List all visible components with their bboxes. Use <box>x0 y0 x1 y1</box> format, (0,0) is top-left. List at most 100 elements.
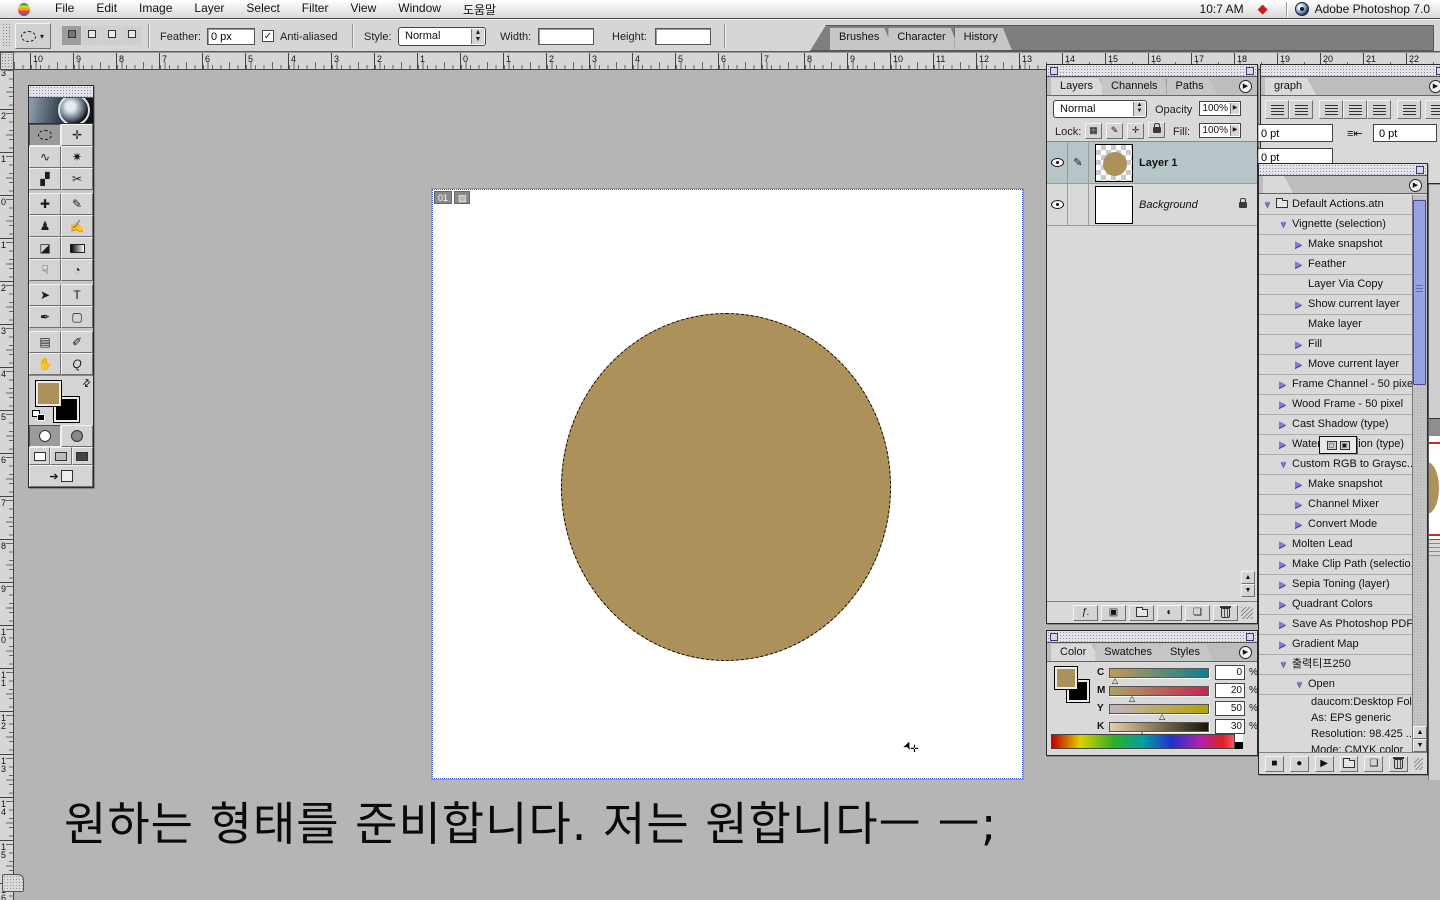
opacity-value-box[interactable]: 100%▶ <box>1199 101 1241 116</box>
slider-value-y[interactable]: 50 <box>1215 701 1245 716</box>
scroll-down-icon[interactable]: ▼ <box>1413 739 1427 752</box>
collapse-box-icon[interactable] <box>1416 166 1424 174</box>
eyedropper-tool[interactable]: ✐ <box>61 331 93 353</box>
tool-preset-picker[interactable]: ▾ <box>15 23 51 49</box>
action-item-move-current-layer[interactable]: ▶Move current layer <box>1259 355 1412 375</box>
photoshop-app-icon[interactable] <box>1295 2 1309 16</box>
action-item-gradient-map[interactable]: ▶Gradient Map <box>1259 635 1412 655</box>
action-item-channel-mixer[interactable]: ▶Channel Mixer <box>1259 495 1412 515</box>
collapse-box-icon[interactable] <box>1246 67 1254 75</box>
action-item-wood-frame-50-pixel[interactable]: ▶Wood Frame - 50 pixel <box>1259 395 1412 415</box>
color-title-bar[interactable] <box>1047 631 1257 643</box>
smudge-tool[interactable]: ☟ <box>29 259 61 281</box>
swap-colors-icon[interactable]: ⇄ <box>80 377 94 391</box>
slider-track-m[interactable] <box>1109 686 1209 696</box>
disclosure-closed-icon[interactable]: ▶ <box>1295 515 1305 534</box>
paragraph-align-button-2[interactable] <box>1289 100 1313 119</box>
layer-style-button[interactable]: ƒ. <box>1073 605 1098 621</box>
action-item-resolution-98-425[interactable]: Resolution: 98.425 ... <box>1259 727 1412 743</box>
default-colors-icon[interactable] <box>32 410 46 422</box>
type-tool[interactable]: T <box>61 284 93 306</box>
lock-all-button[interactable] <box>1148 122 1165 138</box>
dodge-tool[interactable]: ◔ <box>61 259 93 281</box>
slider-track-c[interactable] <box>1109 668 1209 678</box>
brush-tool[interactable]: ✎ <box>61 193 93 215</box>
height-input[interactable] <box>655 28 711 45</box>
move-tool[interactable]: ✛ <box>61 124 93 146</box>
resize-grip-icon[interactable] <box>1414 758 1423 770</box>
palette-menu-button[interactable]: ▶ <box>1239 646 1252 659</box>
paragraph-align-button-3[interactable] <box>1319 100 1343 119</box>
disclosure-closed-icon[interactable]: ▶ <box>1279 575 1289 594</box>
new-action-button[interactable]: ❏ <box>1364 756 1383 772</box>
action-item-layer-via-copy[interactable]: Layer Via Copy <box>1259 275 1412 295</box>
action-item-quadrant-colors[interactable]: ▶Quadrant Colors <box>1259 595 1412 615</box>
menu-도움말[interactable]: 도움말 <box>452 1 507 18</box>
toolbox-title-bar[interactable] <box>29 86 93 98</box>
disclosure-closed-icon[interactable]: ▶ <box>1295 335 1305 354</box>
slider-value-c[interactable]: 0 <box>1215 665 1245 680</box>
paragraph-align-button-4[interactable] <box>1343 100 1367 119</box>
close-box-icon[interactable] <box>1050 633 1058 641</box>
action-item-daucom-desktop-fold[interactable]: daucom:Desktop Fold... <box>1259 695 1412 711</box>
application-menu-diamond-icon[interactable]: ◆ <box>1258 1 1268 17</box>
action-item-출력티프250[interactable]: ▼출력티프250 <box>1259 655 1412 675</box>
disclosure-closed-icon[interactable]: ▶ <box>1295 495 1305 514</box>
standard-mode-button[interactable] <box>29 425 61 447</box>
disclosure-closed-icon[interactable]: ▶ <box>1295 255 1305 274</box>
notes-tool[interactable]: ▤ <box>29 331 61 353</box>
action-item-cast-shadow-type[interactable]: ▶Cast Shadow (type) <box>1259 415 1412 435</box>
slider-thumb-icon[interactable]: △ <box>1112 676 1118 685</box>
palette-menu-button[interactable]: ▶ <box>1409 179 1422 192</box>
tab-swatches[interactable]: Swatches <box>1095 644 1166 661</box>
jump-to-imageready-button[interactable]: ➔ <box>29 465 93 487</box>
paragraph-title-bar[interactable] <box>1261 65 1440 77</box>
layer-thumbnail[interactable] <box>1095 144 1133 182</box>
collapse-box-icon[interactable] <box>1436 67 1440 75</box>
dock-tab-brushes[interactable]: Brushes <box>830 28 893 50</box>
tab-color[interactable]: Color <box>1051 644 1100 661</box>
action-item-mode-cmyk-color[interactable]: Mode: CMYK color <box>1259 743 1412 752</box>
pen-tool[interactable]: ✒ <box>29 306 61 328</box>
feather-input[interactable] <box>207 28 255 45</box>
disclosure-closed-icon[interactable]: ▶ <box>1279 595 1289 614</box>
link-cell[interactable]: ✎ <box>1068 142 1089 184</box>
slider-thumb-icon[interactable]: △ <box>1159 712 1165 721</box>
selection-mode-subtract-button[interactable] <box>102 26 121 45</box>
lasso-tool[interactable]: ∿ <box>29 146 61 168</box>
disclosure-closed-icon[interactable]: ▶ <box>1279 635 1289 654</box>
options-bar-grip[interactable] <box>2 23 11 48</box>
action-item-save-as-photoshop-pdf[interactable]: ▶Save As Photoshop PDF <box>1259 615 1412 635</box>
disclosure-closed-icon[interactable]: ▶ <box>1279 375 1289 394</box>
gradient-tool[interactable] <box>61 237 93 259</box>
scroll-up-icon[interactable]: ▲ <box>1413 726 1427 739</box>
tab-paragraph[interactable]: graph <box>1265 78 1316 95</box>
new-layer-set-button[interactable] <box>1129 605 1154 621</box>
layer-thumbnail[interactable] <box>1095 186 1133 224</box>
anti-aliased-checkbox[interactable]: ✓ <box>262 30 274 42</box>
mini-window-button-icon[interactable]: ▣ <box>1340 441 1350 450</box>
play-button[interactable]: ▶ <box>1315 756 1334 772</box>
elliptical-marquee-tool[interactable] <box>29 124 61 146</box>
action-item-sepia-toning-layer[interactable]: ▶Sepia Toning (layer) <box>1259 575 1412 595</box>
menu-Select[interactable]: Select <box>235 1 290 18</box>
disclosure-closed-icon[interactable]: ▶ <box>1279 615 1289 634</box>
hand-tool[interactable]: ✋ <box>29 353 61 375</box>
action-item-make-clip-path-selectio[interactable]: ▶Make Clip Path (selectio... <box>1259 555 1412 575</box>
action-item-make-layer[interactable]: Make layer <box>1259 315 1412 335</box>
action-item-make-snapshot[interactable]: ▶Make snapshot <box>1259 475 1412 495</box>
paragraph-align-button-1[interactable] <box>1265 100 1289 119</box>
disclosure-open-icon[interactable]: ▼ <box>1279 655 1289 674</box>
foreground-color-swatch[interactable] <box>36 381 61 406</box>
style-dropdown[interactable]: Normal ▲▼ <box>398 27 486 46</box>
link-cell[interactable] <box>1068 184 1089 226</box>
tab-paths[interactable]: Paths <box>1167 78 1218 95</box>
selection-mode-add-button[interactable] <box>82 26 101 45</box>
action-item-as-eps-generic[interactable]: As: EPS generic <box>1259 711 1412 727</box>
tab-styles[interactable]: Styles <box>1161 644 1214 661</box>
layer-row-layer-1[interactable]: ✎Layer 1 <box>1047 142 1257 184</box>
paragraph-align-button-5[interactable] <box>1367 100 1391 119</box>
disclosure-closed-icon[interactable]: ▶ <box>1279 395 1289 414</box>
scroll-down-icon[interactable]: ▼ <box>1241 584 1255 597</box>
white-black-swatches[interactable] <box>1234 734 1243 749</box>
